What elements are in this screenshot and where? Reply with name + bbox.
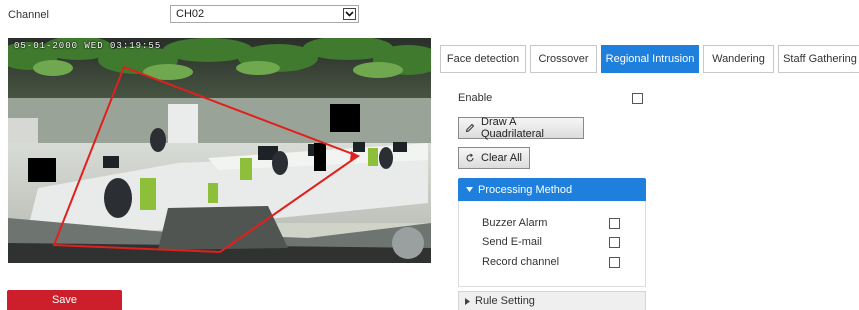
enable-checkbox[interactable]	[632, 93, 643, 104]
channel-label: Channel	[8, 9, 49, 21]
processing-method-header[interactable]: Processing Method	[458, 178, 646, 201]
chevron-down-icon[interactable]	[343, 8, 356, 20]
detection-tabs: Face detection Crossover Regional Intrus…	[440, 45, 859, 73]
buzzer-alarm-checkbox[interactable]	[609, 218, 620, 229]
triangle-down-icon	[466, 187, 473, 192]
draw-quadrilateral-button[interactable]: Draw A Quadrilateral	[458, 116, 584, 140]
send-email-checkbox[interactable]	[609, 237, 620, 248]
record-channel-label: Record channel	[482, 256, 560, 268]
clear-all-label: Clear All	[481, 152, 522, 164]
tab-wandering[interactable]: Wandering	[703, 45, 774, 73]
tab-face-detection[interactable]: Face detection	[440, 45, 526, 73]
clear-all-button[interactable]: Clear All	[458, 147, 530, 169]
processing-method-title: Processing Method	[478, 183, 573, 196]
enable-label: Enable	[458, 92, 493, 104]
buzzer-alarm-label: Buzzer Alarm	[482, 217, 548, 229]
triangle-right-icon	[465, 297, 470, 305]
save-button[interactable]: Save	[7, 290, 122, 310]
draw-quadrilateral-label: Draw A Quadrilateral	[481, 116, 544, 140]
rule-setting-header[interactable]: Rule Setting	[458, 291, 646, 310]
channel-select[interactable]: CH02	[170, 5, 359, 23]
refresh-icon	[465, 153, 475, 163]
tab-regional-intrusion[interactable]: Regional Intrusion	[601, 45, 699, 73]
tab-staff-gathering[interactable]: Staff Gathering	[778, 45, 859, 73]
tab-crossover[interactable]: Crossover	[530, 45, 597, 73]
channel-select-value: CH02	[176, 8, 205, 20]
rule-setting-title: Rule Setting	[475, 295, 535, 307]
send-email-label: Send E-mail	[482, 236, 542, 248]
record-channel-checkbox[interactable]	[609, 257, 620, 268]
video-timestamp: 05-01-2000 WED 03:19:55	[14, 41, 162, 51]
video-preview[interactable]: 05-01-2000 WED 03:19:55	[8, 38, 431, 263]
pencil-icon	[465, 123, 475, 133]
